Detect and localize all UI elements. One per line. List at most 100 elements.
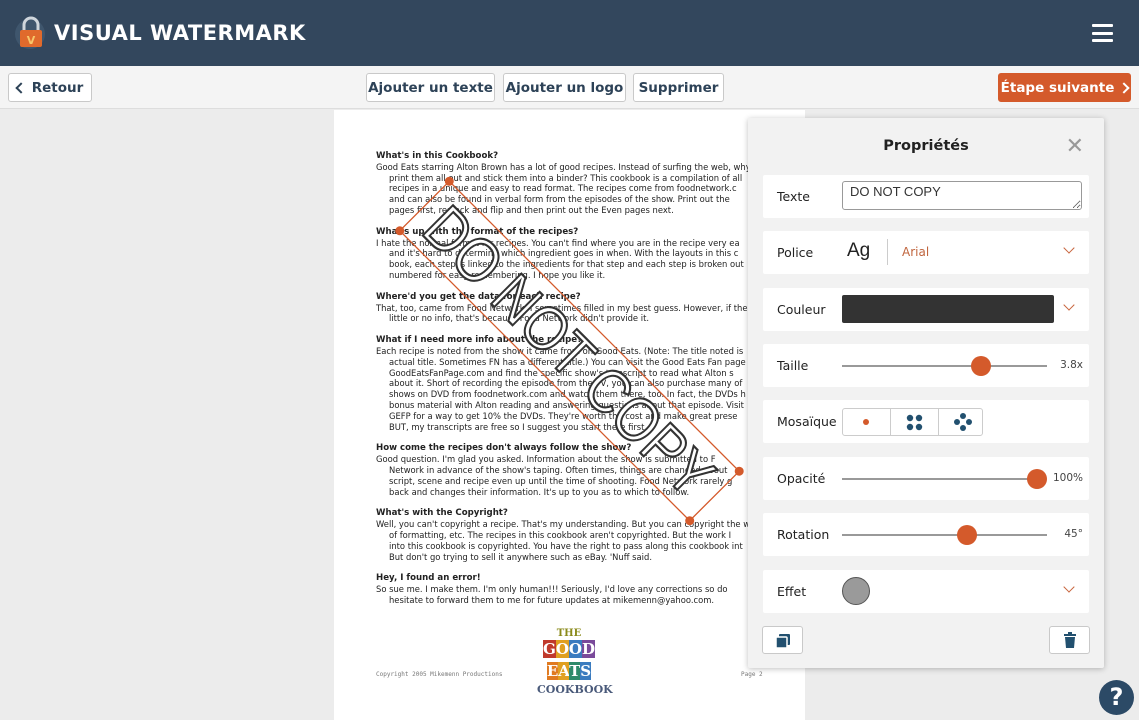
size-slider[interactable]	[842, 356, 1047, 376]
logo-cookbook: COOKBOOK	[537, 683, 613, 696]
next-step-button[interactable]: Étape suivante	[998, 73, 1131, 102]
paragraph-line: Network in advance of the show's taping.…	[389, 464, 728, 475]
add-text-button[interactable]: Ajouter un texte	[366, 73, 495, 102]
close-icon[interactable]: ✕	[1066, 135, 1084, 157]
paragraph-line: into this cookbook is copyrighted. You h…	[389, 540, 743, 551]
color-label: Couleur	[777, 302, 826, 317]
back-label: Retour	[31, 79, 84, 96]
mosaic-label: Mosaïque	[777, 414, 837, 429]
size-label: Taille	[777, 358, 809, 373]
paragraph-line[interactable]: GoodEatsFanPage.com and find the specifi…	[376, 368, 805, 379]
paragraph-line: actual title. Sometimes FN has a differe…	[389, 356, 746, 367]
logo-the: THE	[556, 628, 582, 639]
paragraph-line: back and changes their information. It's…	[389, 486, 690, 497]
chevron-down-icon[interactable]	[1063, 242, 1075, 254]
logo-good: GOOD	[543, 640, 595, 658]
size-value: 3.8x	[1060, 359, 1083, 371]
add-logo-button[interactable]: Ajouter un logo	[503, 73, 626, 102]
mosaic-single-option[interactable]	[843, 409, 891, 435]
font-label: Police	[777, 245, 814, 260]
paragraph-line: about it. Short of recording the episode…	[389, 378, 743, 389]
next-label: Étape suivante	[1000, 79, 1115, 96]
logo-eats: EATS	[546, 662, 592, 680]
footer-copyright: Copyright 2005 Mikemenn Productions	[376, 671, 503, 678]
paragraph-line: print them all out and stick them into a…	[389, 172, 743, 183]
rotation-slider-thumb[interactable]	[957, 525, 978, 545]
delete-watermark-button[interactable]	[1049, 626, 1090, 654]
opacity-label: Opacité	[777, 471, 826, 486]
svg-text:V: V	[27, 34, 36, 47]
size-row: Taille 3.8x	[763, 344, 1089, 387]
opacity-slider[interactable]	[842, 469, 1047, 489]
divider	[887, 239, 888, 265]
paragraph-line: So sue me. I make them. I'm only human!!…	[376, 584, 728, 595]
paragraph-line: and can also be found in verbal form fro…	[389, 194, 730, 205]
paragraph-line: numbered for easy remembering. I hope yo…	[389, 269, 606, 280]
watermark-text-input[interactable]: DO NOT COPY	[842, 181, 1082, 210]
good-eats-logo: THE GOOD EATS COOKBOOK	[537, 628, 613, 696]
text-row: Texte DO NOT COPY	[763, 175, 1089, 218]
mosaic-scatter-option[interactable]	[939, 409, 986, 435]
paragraph-line: BUT, my transcripts are free so I sugges…	[389, 421, 648, 432]
effect-label: Effet	[777, 584, 807, 599]
paragraph-line: of formatting, etc. The recipes in this …	[389, 529, 732, 540]
document-page: What's in this Cookbook? Good Eats starri…	[334, 110, 805, 720]
mosaic-grid-option[interactable]	[891, 409, 939, 435]
duplicate-button[interactable]	[762, 626, 803, 654]
paragraph-line: But don't go trying to sell it anywhere …	[389, 551, 652, 562]
duplicate-icon	[775, 634, 790, 649]
color-swatch[interactable]	[842, 295, 1054, 323]
section-heading: What if I need more info about the recip…	[376, 335, 583, 346]
chevron-left-icon	[15, 81, 27, 94]
opacity-slider-thumb[interactable]	[1027, 469, 1047, 489]
paragraph-line: Good Eats starring Alton Brown has a lot…	[376, 161, 751, 172]
paragraph-line: recipes in a unique and easy to read for…	[389, 183, 737, 194]
paragraph-line: and it's hard to determine which ingredi…	[389, 248, 739, 259]
paragraph-line: That, too, came from Food Network. I som…	[376, 302, 751, 313]
paragraph-line: bonus material with Alton reading and an…	[389, 399, 744, 410]
text-label: Texte	[777, 189, 810, 204]
paragraph-line: GEFP for a way to get 10% the DVDs. They…	[389, 410, 738, 421]
section-heading: How come the recipes don't always follow…	[376, 443, 632, 454]
document-text: What's in this Cookbook? Good Eats starri…	[376, 151, 805, 606]
four-dots-grid-icon	[906, 414, 923, 431]
font-select-value[interactable]: Arial	[902, 245, 929, 259]
effect-preview-circle-icon[interactable]	[842, 577, 870, 605]
chevron-right-icon	[1118, 81, 1131, 94]
paragraph-line: hesitate to forward them to me for futur…	[389, 594, 715, 605]
mosaic-row: Mosaïque	[763, 400, 1089, 443]
paragraph-line: Good question. I'm glad you asked. Infor…	[376, 454, 716, 465]
chevron-down-icon[interactable]	[1063, 581, 1075, 593]
properties-panel: Propriétés ✕ Texte DO NOT COPY Police Ag…	[748, 118, 1104, 668]
color-row[interactable]: Couleur	[763, 288, 1089, 331]
rotation-value: 45°	[1064, 528, 1083, 540]
help-button[interactable]: ?	[1099, 680, 1134, 715]
opacity-row: Opacité 100%	[763, 457, 1089, 500]
delete-button[interactable]: Supprimer	[633, 73, 724, 102]
paragraph-line: book, each step is linked to the ingredi…	[389, 259, 744, 270]
opacity-value: 100%	[1052, 472, 1083, 484]
app-header: V VISUAL WATERMARK	[0, 0, 1139, 66]
single-dot-icon	[863, 419, 869, 425]
section-heading: What's with the Copyright?	[376, 508, 508, 519]
font-preview: Ag	[847, 240, 871, 261]
effect-row[interactable]: Effet	[763, 570, 1089, 613]
rotation-label: Rotation	[777, 527, 830, 542]
hamburger-menu-icon[interactable]	[1092, 24, 1113, 42]
section-heading: What's up with the format of the recipes…	[376, 226, 579, 237]
paragraph-line: little or no info, that's because Food N…	[389, 313, 650, 324]
paragraph-line: Each recipe is noted from the show it ca…	[376, 345, 744, 356]
mosaic-selector	[842, 408, 983, 436]
footer-page-number: Page 2	[741, 671, 763, 678]
chevron-down-icon[interactable]	[1063, 299, 1075, 311]
back-button[interactable]: Retour	[8, 73, 92, 102]
rotation-slider[interactable]	[842, 525, 1047, 545]
paragraph-line: shows on DVD from foodnetwork.com and wa…	[389, 389, 746, 400]
padlock-logo-icon: V	[15, 16, 45, 49]
paragraph-line: script, scene and recipe even up until t…	[389, 475, 733, 486]
size-slider-thumb[interactable]	[971, 356, 992, 376]
font-row[interactable]: Police Ag Arial	[763, 231, 1089, 274]
five-dots-icon	[954, 413, 972, 431]
app-title: VISUAL WATERMARK	[54, 21, 306, 45]
paragraph-line: Well, you can't copyright a recipe. That…	[376, 519, 751, 530]
